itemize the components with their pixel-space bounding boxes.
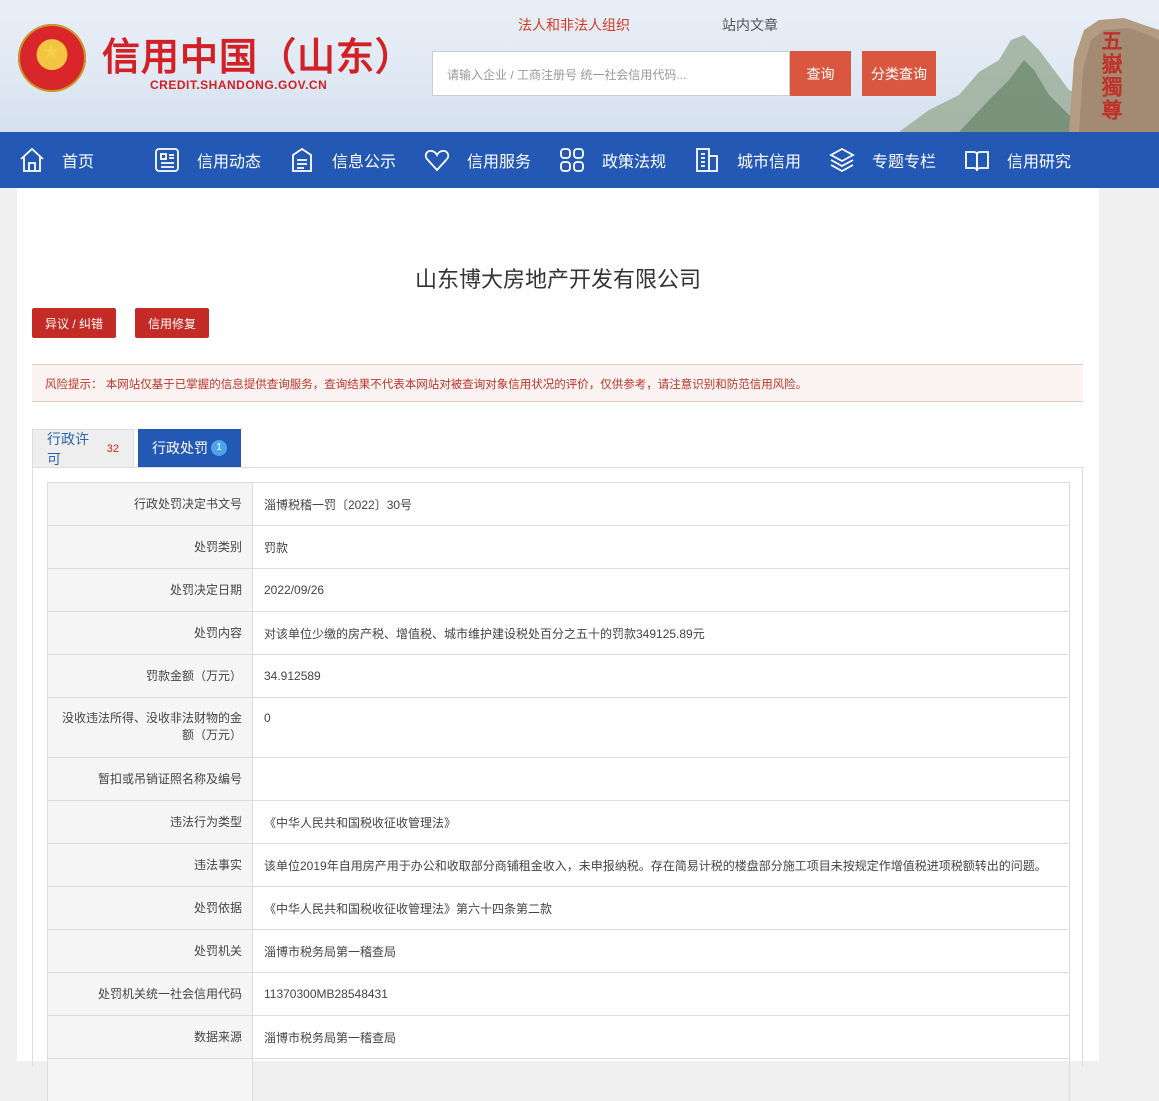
- grid-icon: [560, 148, 584, 172]
- nav-item-policy[interactable]: 政策法规: [558, 132, 666, 188]
- table-row: 罚款金额（万元） 34.912589: [47, 654, 1070, 697]
- row-value: 该单位2019年自用房产用于办公和收取部分商铺租金收入，未申报纳税。存在简易计税…: [264, 858, 1047, 873]
- table-row: 没收违法所得、没收非法财物的金额（万元） 0: [47, 697, 1070, 757]
- nav-item-city-credit[interactable]: 城市信用: [693, 132, 801, 188]
- row-value: [253, 1059, 1069, 1101]
- row-value: 《中华人民共和国税收征收管理法》: [264, 815, 457, 830]
- document-icon: [292, 147, 312, 172]
- search-button[interactable]: 查询: [790, 51, 851, 96]
- site-header: ★ 信用中国（山东） CREDIT.SHANDONG.GOV.CN 法人和非法人…: [0, 0, 1159, 132]
- row-label: 处罚依据: [48, 887, 253, 929]
- national-emblem-logo: ★: [18, 24, 86, 92]
- nav-item-credit-research[interactable]: 信用研究: [963, 132, 1071, 188]
- table-row: 违法行为类型 《中华人民共和国税收征收管理法》: [47, 800, 1070, 843]
- table-row: 数据来源 淄博市税务局第一稽查局: [47, 1015, 1070, 1058]
- table-row: 暂扣或吊销证照名称及编号: [47, 757, 1070, 800]
- book-icon: [965, 151, 989, 172]
- credit-repair-button[interactable]: 信用修复: [135, 308, 209, 338]
- row-label: 违法事实: [48, 844, 253, 886]
- row-value: 对该单位少缴的房产税、增值税、城市维护建设税处百分之五十的罚款349125.89…: [264, 626, 705, 641]
- tab-administrative-penalty[interactable]: 行政处罚 1: [138, 429, 241, 467]
- row-value: 《中华人民共和国税收征收管理法》第六十四条第二款: [264, 901, 553, 916]
- table-row: [47, 1058, 1070, 1101]
- building-icon: [696, 148, 718, 172]
- home-icon: [20, 147, 44, 172]
- row-label: 行政处罚决定书文号: [48, 483, 253, 525]
- row-label: 没收违法所得、没收非法财物的金额（万元）: [48, 698, 253, 757]
- main-nav: 首页 信用动态 信息公示 信用服务 政策法规 城市信用 专题专栏 信用研究: [0, 132, 1159, 188]
- row-value: 淄博市税务局第一稽查局: [264, 944, 397, 959]
- heart-icon: [424, 149, 450, 172]
- row-label: 处罚内容: [48, 612, 253, 654]
- site-domain: CREDIT.SHANDONG.GOV.CN: [150, 78, 328, 92]
- tab-count: 32: [106, 442, 119, 455]
- nav-label: 信用动态: [197, 154, 262, 171]
- risk-notice: 风险提示： 本网站仅基于已掌握的信息提供查询服务，查询结果不代表本网站对被查询对…: [32, 364, 1083, 402]
- row-value: 罚款: [264, 540, 289, 555]
- row-value: [253, 758, 1069, 800]
- nav-item-home[interactable]: 首页: [18, 132, 94, 188]
- row-label: 罚款金额（万元）: [48, 655, 253, 697]
- layers-icon: [829, 147, 855, 173]
- company-name: 山东博大房地产开发有限公司: [414, 267, 701, 292]
- row-value: 淄博市税务局第一稽查局: [264, 1030, 397, 1045]
- rock-inscription: 五嶽獨尊: [1099, 30, 1124, 122]
- row-value: 2022/09/26: [264, 583, 325, 597]
- nav-label: 信用研究: [1007, 154, 1072, 171]
- nav-item-special-column[interactable]: 专题专栏: [828, 132, 936, 188]
- search-input[interactable]: 请输入企业 / 工商注册号 统一社会信用代码...: [432, 51, 790, 96]
- nav-label: 信用服务: [467, 154, 532, 171]
- nav-item-credit-service[interactable]: 信用服务: [423, 132, 531, 188]
- table-row: 违法事实 该单位2019年自用房产用于办公和收取部分商铺租金收入，未申报纳税。存…: [47, 843, 1070, 886]
- table-row: 处罚机关 淄博市税务局第一稽查局: [47, 929, 1070, 972]
- nav-label: 城市信用: [737, 154, 802, 171]
- row-label: 暂扣或吊销证照名称及编号: [48, 758, 253, 800]
- row-label: 数据来源: [48, 1016, 253, 1058]
- row-label: [48, 1059, 253, 1101]
- tab-label: 行政许可: [47, 430, 89, 467]
- nav-label: 政策法规: [602, 154, 667, 171]
- row-value: 34.912589: [264, 669, 321, 683]
- row-label: 处罚机关: [48, 930, 253, 972]
- top-link-articles[interactable]: 站内文章: [722, 15, 778, 35]
- table-row: 行政处罚决定书文号 淄博税稽一罚〔2022〕30号: [47, 482, 1070, 525]
- row-value: 0: [264, 711, 271, 725]
- table-row: 处罚内容 对该单位少缴的房产税、增值税、城市维护建设税处百分之五十的罚款3491…: [47, 611, 1070, 654]
- row-label: 处罚机关统一社会信用代码: [48, 973, 253, 1015]
- top-link-organizations[interactable]: 法人和非法人组织: [518, 15, 630, 35]
- objection-button[interactable]: 异议 / 纠错: [32, 308, 116, 338]
- table-row: 处罚机关统一社会信用代码 11370300MB28548431: [47, 972, 1070, 1015]
- table-row: 处罚类别 罚款: [47, 525, 1070, 568]
- nav-item-credit-news[interactable]: 信用动态: [153, 132, 261, 188]
- nav-label: 首页: [62, 154, 95, 171]
- tab-label: 行政处罚: [152, 440, 208, 456]
- penalty-panel: 行政处罚决定书文号 淄博税稽一罚〔2022〕30号 处罚类别 罚款 处罚决定日期…: [32, 467, 1083, 1101]
- tab-administrative-license[interactable]: 行政许可 32: [32, 429, 134, 467]
- row-label: 处罚决定日期: [48, 569, 253, 611]
- row-label: 违法行为类型: [48, 801, 253, 843]
- row-value: 淄博税稽一罚〔2022〕30号: [264, 497, 413, 512]
- site-title[interactable]: 信用中国（山东）: [102, 26, 414, 81]
- table-row: 处罚决定日期 2022/09/26: [47, 568, 1070, 611]
- news-icon: [155, 148, 179, 172]
- nav-item-info-disclosure[interactable]: 信息公示: [288, 132, 396, 188]
- main-content: 山东博大房地产开发有限公司 异议 / 纠错 信用修复 风险提示： 本网站仅基于已…: [17, 188, 1099, 1101]
- table-row: 处罚依据 《中华人民共和国税收征收管理法》第六十四条第二款: [47, 886, 1070, 929]
- nav-label: 信息公示: [332, 154, 397, 171]
- tab-count-badge: 1: [211, 440, 227, 456]
- row-value: 11370300MB28548431: [264, 987, 388, 1001]
- row-label: 处罚类别: [48, 526, 253, 568]
- nav-label: 专题专栏: [872, 154, 937, 171]
